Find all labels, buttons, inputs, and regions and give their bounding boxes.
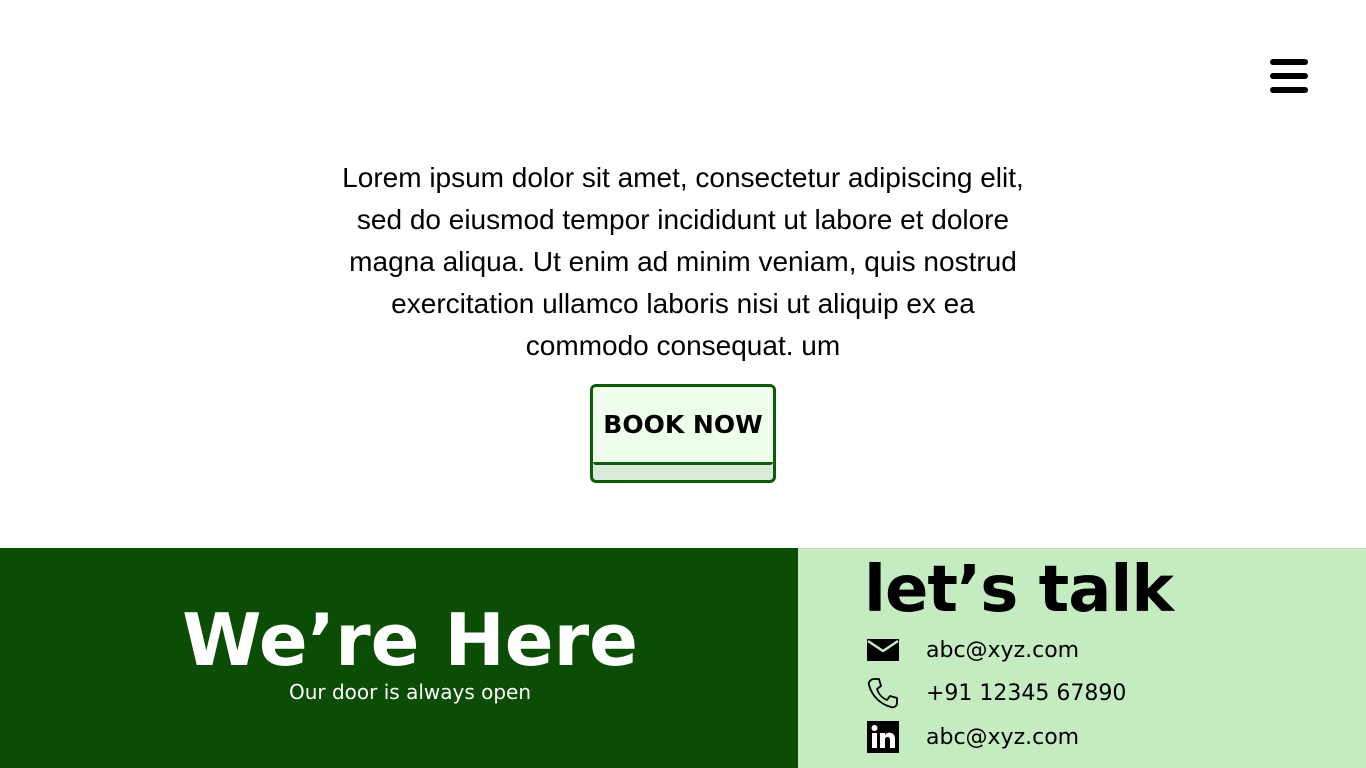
mail-icon: [866, 633, 900, 667]
book-now-label: BOOK NOW: [593, 387, 773, 465]
hamburger-menu-icon[interactable]: [1270, 59, 1308, 95]
linkedin-icon: [866, 720, 900, 754]
contact-email-text: abc@xyz.com: [926, 637, 1080, 663]
menu-bar: [1270, 59, 1308, 65]
contact-email[interactable]: abc@xyz.com: [866, 633, 1079, 667]
footer-title: We’re Here: [182, 598, 638, 682]
menu-bar: [1270, 73, 1308, 79]
contact-linkedin-text: abc@xyz.com: [926, 724, 1080, 750]
contact-phone-text: +91 12345 67890: [926, 680, 1127, 706]
contact-linkedin[interactable]: abc@xyz.com: [866, 720, 1079, 754]
lets-talk-title: let’s talk: [864, 553, 1174, 627]
book-now-button[interactable]: BOOK NOW: [590, 384, 776, 483]
phone-icon: [866, 676, 900, 710]
menu-bar: [1270, 87, 1308, 93]
contact-phone[interactable]: +91 12345 67890: [866, 676, 1126, 710]
footer-subtitle: Our door is always open: [288, 680, 532, 704]
hero-text: Lorem ipsum dolor sit amet, consectetur …: [342, 162, 1024, 361]
